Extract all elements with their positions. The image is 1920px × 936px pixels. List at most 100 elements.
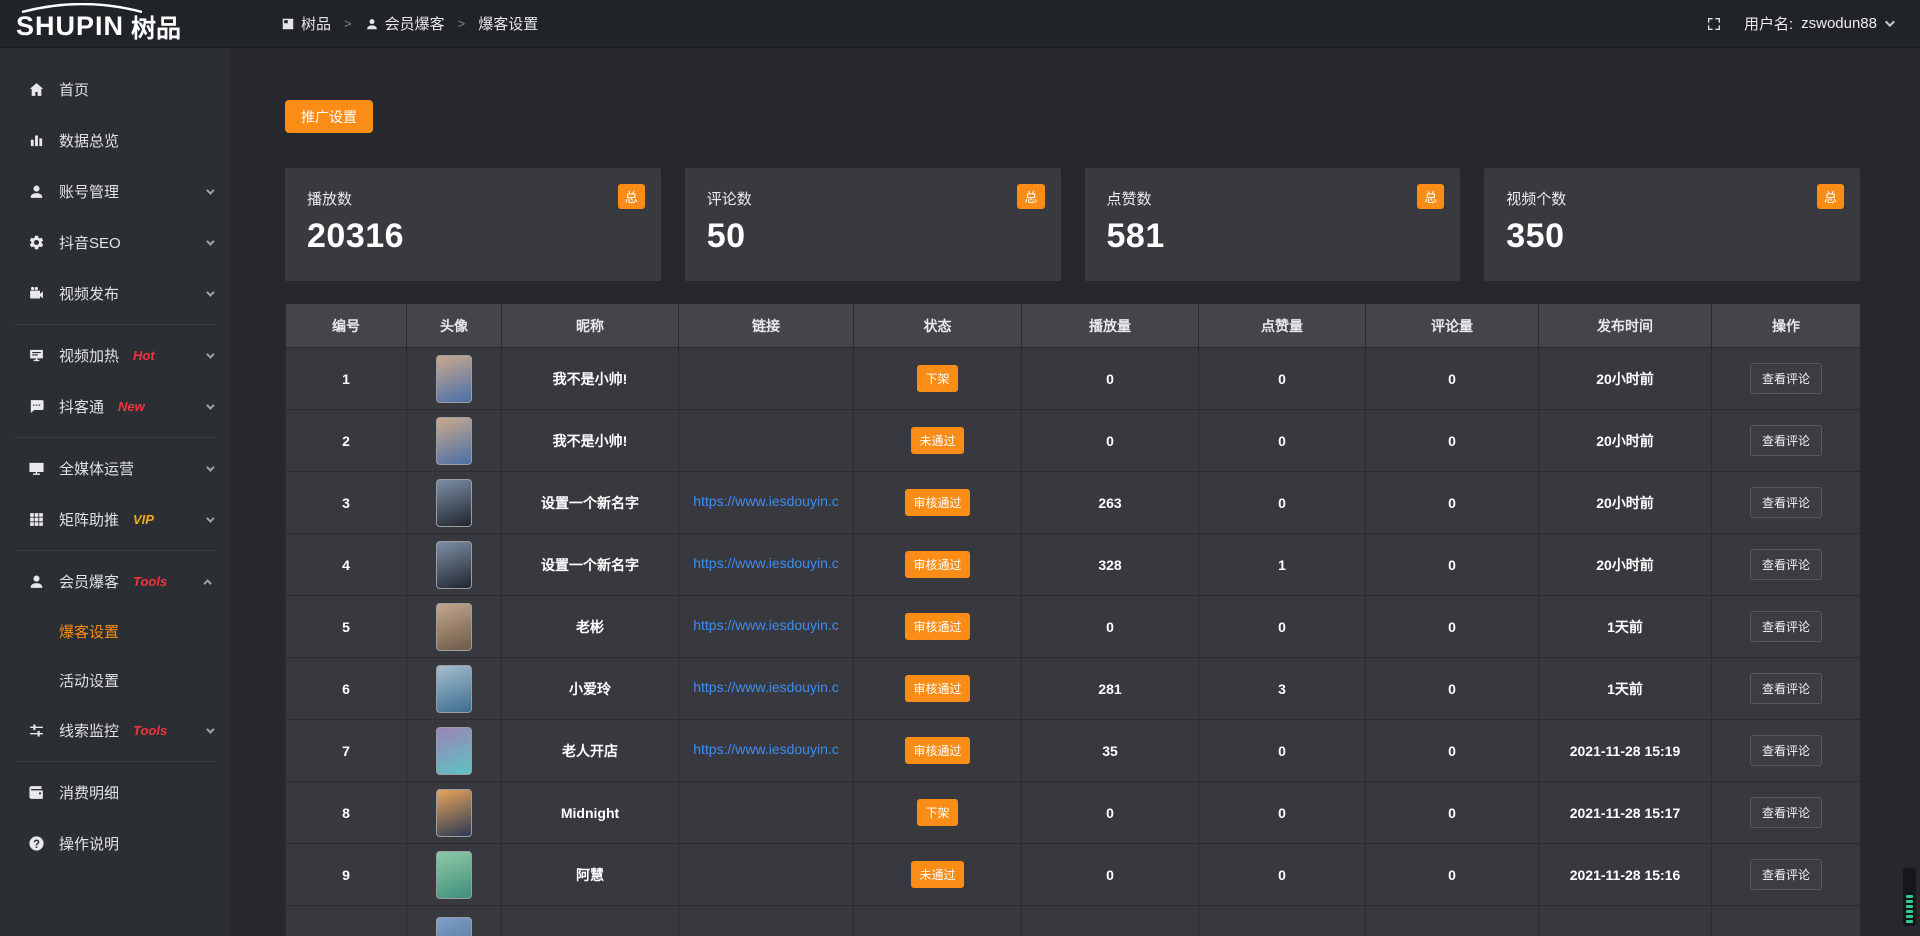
avatar xyxy=(436,603,472,651)
cell-plays: 0 xyxy=(1022,844,1199,906)
sidebar-item-video-heat[interactable]: 视频加热Hot xyxy=(0,330,230,381)
cell-avatar xyxy=(407,782,502,844)
sidebar-item-consume-detail[interactable]: 消费明细 xyxy=(0,767,230,818)
breadcrumb-separator: > xyxy=(458,16,466,31)
breadcrumb-separator: > xyxy=(344,16,352,31)
logo[interactable]: SHUPIN 树品 xyxy=(0,0,230,48)
column-header: 点赞量 xyxy=(1199,304,1366,348)
view-comments-button[interactable]: 查看评论 xyxy=(1750,611,1822,642)
cell-likes: 0 xyxy=(1199,782,1366,844)
cell-plays: 263 xyxy=(1022,472,1199,534)
cell-comments: 0 xyxy=(1366,782,1539,844)
cell-nickname xyxy=(502,906,679,936)
avatar xyxy=(436,789,472,837)
table-row xyxy=(286,906,1861,936)
breadcrumb-item-0[interactable]: 树品 xyxy=(281,13,331,34)
sidebar-subitem-activity-settings[interactable]: 活动设置 xyxy=(0,656,230,705)
chevron-down-icon xyxy=(206,514,214,522)
sidebar-item-label: 线索监控 xyxy=(59,720,119,741)
cell-avatar xyxy=(407,720,502,782)
username-menu[interactable]: 用户名: zswodun88 xyxy=(1744,13,1892,34)
cell-nickname: 老彬 xyxy=(502,596,679,658)
cell-status: 未通过 xyxy=(854,410,1022,472)
table-row: 9阿慧未通过0002021-11-28 15:16查看评论 xyxy=(286,844,1861,906)
view-comments-button[interactable]: 查看评论 xyxy=(1750,797,1822,828)
cell-time: 20小时前 xyxy=(1539,410,1712,472)
view-comments-button[interactable]: 查看评论 xyxy=(1750,487,1822,518)
cell-link xyxy=(679,348,854,410)
avatar xyxy=(436,417,472,465)
sidebar-subitem-baoke-settings[interactable]: 爆客设置 xyxy=(0,607,230,656)
cell-action: 查看评论 xyxy=(1712,596,1861,658)
home-icon xyxy=(28,81,46,98)
video-link[interactable]: https://www.iesdouyin.c xyxy=(693,493,839,509)
cell-action xyxy=(1712,906,1861,936)
cell-id xyxy=(286,906,407,936)
cell-time xyxy=(1539,906,1712,936)
cell-comments: 0 xyxy=(1366,720,1539,782)
cell-plays: 0 xyxy=(1022,410,1199,472)
cell-link xyxy=(679,410,854,472)
cell-action: 查看评论 xyxy=(1712,782,1861,844)
sidebar-item-account-management[interactable]: 账号管理 xyxy=(0,166,230,217)
video-link[interactable]: https://www.iesdouyin.c xyxy=(693,741,839,757)
stat-total-badge: 总 xyxy=(1817,184,1844,209)
avatar xyxy=(436,355,472,403)
sidebar-item-operation-guide[interactable]: 操作说明 xyxy=(0,818,230,869)
sidebar-item-home[interactable]: 首页 xyxy=(0,64,230,115)
stat-card-plays: 播放数20316总 xyxy=(285,168,661,281)
chevron-down-icon xyxy=(1885,17,1895,27)
cell-id: 2 xyxy=(286,410,407,472)
video-link[interactable]: https://www.iesdouyin.c xyxy=(693,679,839,695)
question-icon xyxy=(28,835,46,852)
sidebar-item-video-publish[interactable]: 视频发布 xyxy=(0,268,230,319)
stat-value: 20316 xyxy=(307,217,639,256)
cell-likes: 0 xyxy=(1199,720,1366,782)
topbar-right: 用户名: zswodun88 xyxy=(1706,13,1920,34)
view-comments-button[interactable]: 查看评论 xyxy=(1750,549,1822,580)
video-link[interactable]: https://www.iesdouyin.c xyxy=(693,555,839,571)
sidebar-divider xyxy=(14,437,216,438)
sidebar-item-label: 视频加热 xyxy=(59,345,119,366)
promo-settings-button[interactable]: 推广设置 xyxy=(285,100,373,133)
cell-likes: 0 xyxy=(1199,844,1366,906)
user-icon xyxy=(28,183,46,200)
cell-status: 下架 xyxy=(854,348,1022,410)
stat-value: 50 xyxy=(707,217,1039,256)
sidebar-item-matrix-boost[interactable]: 矩阵助推VIP xyxy=(0,494,230,545)
sidebar-item-douyin-seo[interactable]: 抖音SEO xyxy=(0,217,230,268)
sidebar-item-badge: Tools xyxy=(133,723,167,738)
cell-id: 9 xyxy=(286,844,407,906)
sidebar-item-label: 首页 xyxy=(59,79,89,100)
sidebar-item-clue-monitor[interactable]: 线索监控 Tools xyxy=(0,705,230,756)
sidebar-item-media-operation[interactable]: 全媒体运营 xyxy=(0,443,230,494)
cell-id: 5 xyxy=(286,596,407,658)
view-comments-button[interactable]: 查看评论 xyxy=(1750,859,1822,890)
table-row: 3设置一个新名字https://www.iesdouyin.c审核通过26300… xyxy=(286,472,1861,534)
view-comments-button[interactable]: 查看评论 xyxy=(1750,673,1822,704)
sidebar-item-douketong[interactable]: 抖客通New xyxy=(0,381,230,432)
sidebar-item-data-overview[interactable]: 数据总览 xyxy=(0,115,230,166)
cell-time: 2021-11-28 15:16 xyxy=(1539,844,1712,906)
view-comments-button[interactable]: 查看评论 xyxy=(1750,363,1822,394)
cell-plays xyxy=(1022,906,1199,936)
sidebar-item-member-baoke[interactable]: 会员爆客Tools xyxy=(0,556,230,607)
video-link[interactable]: https://www.iesdouyin.c xyxy=(693,617,839,633)
breadcrumb-item-1[interactable]: 会员爆客 xyxy=(365,13,445,34)
cell-likes: 3 xyxy=(1199,658,1366,720)
sidebar-subitem-label: 爆客设置 xyxy=(59,621,119,642)
status-badge: 下架 xyxy=(917,799,957,826)
cell-link: https://www.iesdouyin.c xyxy=(679,534,854,596)
cell-id: 1 xyxy=(286,348,407,410)
cell-likes: 0 xyxy=(1199,348,1366,410)
view-comments-button[interactable]: 查看评论 xyxy=(1750,735,1822,766)
username-value: zswodun88 xyxy=(1801,15,1877,32)
fullscreen-icon[interactable] xyxy=(1706,16,1722,32)
view-comments-button[interactable]: 查看评论 xyxy=(1750,425,1822,456)
avatar xyxy=(436,917,472,936)
cell-plays: 35 xyxy=(1022,720,1199,782)
cell-nickname: Midnight xyxy=(502,782,679,844)
stat-value: 350 xyxy=(1506,217,1838,256)
status-badge: 审核通过 xyxy=(905,737,969,764)
table-row: 5老彬https://www.iesdouyin.c审核通过0001天前查看评论 xyxy=(286,596,1861,658)
